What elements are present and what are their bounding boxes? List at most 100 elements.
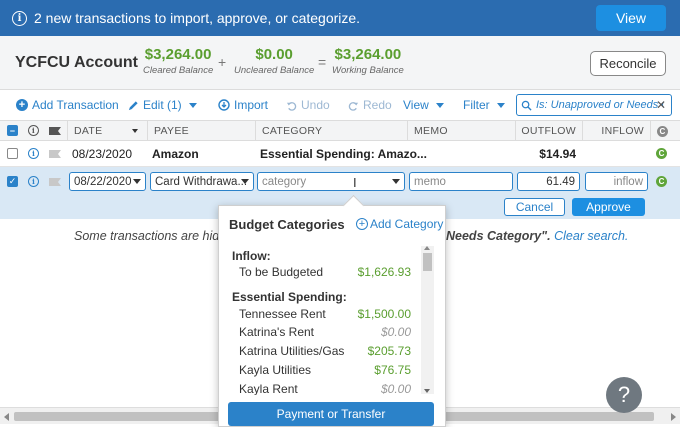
scroll-right-icon[interactable]: [671, 413, 676, 421]
date-input[interactable]: 08/22/2020: [69, 172, 146, 191]
category-item-amount: $0.00: [380, 325, 411, 339]
category-item-amount: $205.73: [367, 344, 411, 358]
uncleared-balance-amount: $0.00: [255, 46, 293, 63]
undo-button[interactable]: Undo: [286, 98, 330, 112]
working-balance: $3,264.00 Working Balance: [332, 46, 404, 76]
scroll-down-icon[interactable]: [424, 389, 430, 393]
undo-icon: [286, 101, 297, 111]
redo-label: Redo: [363, 98, 392, 112]
payment-or-transfer-button[interactable]: Payment or Transfer: [228, 402, 434, 426]
category-item[interactable]: Kayla Utilities $76.75: [239, 363, 415, 377]
flag-icon[interactable]: [49, 178, 61, 186]
column-category[interactable]: CATEGORY: [255, 121, 407, 141]
table-header: − i DATE PAYEE CATEGORY MEMO OUTFLOW INF…: [0, 120, 680, 141]
category-item[interactable]: Katrina's Rent $0.00: [239, 325, 415, 339]
category-input[interactable]: category I: [257, 172, 405, 191]
chevron-down-icon: [392, 179, 400, 184]
payee-input-value: Card Withdrawa...: [155, 175, 248, 188]
memo-input[interactable]: memo: [409, 172, 513, 191]
plus-sign: +: [218, 54, 227, 70]
view-menu-button[interactable]: View: [403, 98, 444, 112]
outflow-input-value: 61.49: [546, 175, 575, 188]
category-item-name: Tennessee Rent: [239, 307, 326, 321]
text-cursor-icon: I: [353, 175, 357, 190]
info-icon: i: [28, 125, 39, 136]
close-icon[interactable]: ✕: [656, 98, 666, 112]
category-item-name: Katrina Utilities/Gas: [239, 344, 345, 358]
row-date: 08/23/2020: [72, 146, 133, 161]
add-transaction-button[interactable]: + Add Transaction: [16, 98, 119, 112]
reconcile-button[interactable]: Reconcile: [590, 51, 666, 76]
date-input-value: 08/22/2020: [74, 175, 132, 188]
column-date[interactable]: DATE: [67, 121, 147, 141]
redo-icon: [348, 101, 359, 111]
flag-icon[interactable]: [49, 150, 61, 158]
help-icon[interactable]: ?: [606, 377, 642, 413]
category-item-amount: $76.75: [374, 363, 411, 377]
scroll-up-icon[interactable]: [424, 246, 430, 250]
add-transaction-label: Add Transaction: [32, 98, 119, 112]
app-window: i 2 new transactions to import, approve,…: [0, 0, 680, 427]
column-payee[interactable]: PAYEE: [147, 121, 255, 141]
table-row-editing[interactable]: ✓ i 08/22/2020 Card Withdrawa... categor…: [0, 167, 680, 196]
info-icon[interactable]: i: [28, 176, 39, 187]
row-checkbox[interactable]: [7, 148, 18, 159]
approve-button[interactable]: Approve: [572, 198, 645, 216]
edit-menu-button[interactable]: Edit (1): [128, 98, 197, 112]
hidden-notice-right: Needs Category". Clear search.: [446, 229, 628, 243]
hidden-notice-left: Some transactions are hido: [74, 229, 227, 243]
category-item-amount: $1,626.93: [357, 265, 411, 279]
working-balance-label: Working Balance: [332, 65, 404, 76]
category-list: Inflow: To be Budgeted $1,626.93 Essenti…: [219, 242, 433, 395]
undo-label: Undo: [301, 98, 330, 112]
add-category-button[interactable]: + Add Category: [356, 217, 443, 231]
inflow-input-placeholder: inflow: [613, 175, 643, 188]
register-toolbar: + Add Transaction Edit (1) Import Undo R…: [0, 90, 680, 120]
budget-categories-popup: Budget Categories + Add Category Inflow:…: [218, 205, 446, 427]
column-memo[interactable]: MEMO: [407, 121, 515, 141]
scroll-left-icon[interactable]: [4, 413, 9, 421]
search-input[interactable]: Is: Unapproved or Needs Ca ✕: [516, 94, 672, 116]
category-item-name: Kayla Rent: [239, 382, 298, 395]
category-item-name: Katrina's Rent: [239, 325, 314, 339]
select-all-checkbox[interactable]: −: [7, 125, 18, 136]
filter-menu-button[interactable]: Filter: [463, 98, 505, 112]
payee-input[interactable]: Card Withdrawa...: [150, 172, 254, 191]
cleared-icon[interactable]: C: [656, 176, 667, 187]
plus-circle-icon: +: [356, 218, 368, 230]
popup-title: Budget Categories: [229, 217, 345, 232]
column-outflow[interactable]: OUTFLOW: [515, 121, 582, 141]
pencil-icon: [128, 100, 138, 110]
chevron-down-icon: [133, 179, 141, 184]
column-cleared[interactable]: C: [650, 121, 680, 141]
column-inflow[interactable]: INFLOW: [582, 121, 650, 141]
row-payee: Amazon: [152, 146, 199, 161]
popup-scrollbar[interactable]: [421, 246, 434, 394]
cleared-icon[interactable]: C: [656, 148, 667, 159]
cleared-balance: $3,264.00 Cleared Balance: [143, 46, 213, 76]
outflow-input[interactable]: 61.49: [517, 172, 580, 191]
category-item[interactable]: Kayla Rent $0.00: [239, 382, 415, 395]
row-category: Essential Spending: Amazo...: [260, 146, 427, 161]
equals-sign: =: [318, 54, 327, 70]
category-item[interactable]: Tennessee Rent $1,500.00: [239, 307, 415, 321]
category-item[interactable]: Katrina Utilities/Gas $205.73: [239, 344, 415, 358]
popup-scroll-thumb[interactable]: [423, 253, 432, 271]
row-checkbox[interactable]: ✓: [7, 176, 18, 187]
category-item-amount: $0.00: [380, 382, 411, 395]
import-button[interactable]: Import: [218, 98, 268, 112]
redo-button[interactable]: Redo: [348, 98, 392, 112]
sort-down-icon: [132, 129, 138, 133]
hidden-notice-filter: Needs Category".: [446, 229, 551, 243]
category-item[interactable]: To be Budgeted $1,626.93: [239, 265, 415, 279]
clear-search-link[interactable]: Clear search.: [554, 229, 628, 243]
inflow-input[interactable]: inflow: [585, 172, 648, 191]
import-icon: [218, 99, 230, 111]
cancel-button[interactable]: Cancel: [504, 198, 565, 216]
chevron-down-icon: [435, 102, 444, 108]
working-balance-amount: $3,264.00: [334, 46, 402, 63]
column-date-label: DATE: [74, 125, 103, 137]
info-icon[interactable]: i: [28, 148, 39, 159]
table-row[interactable]: i 08/23/2020 Amazon Essential Spending: …: [0, 141, 680, 167]
view-imports-button[interactable]: View: [596, 5, 666, 31]
